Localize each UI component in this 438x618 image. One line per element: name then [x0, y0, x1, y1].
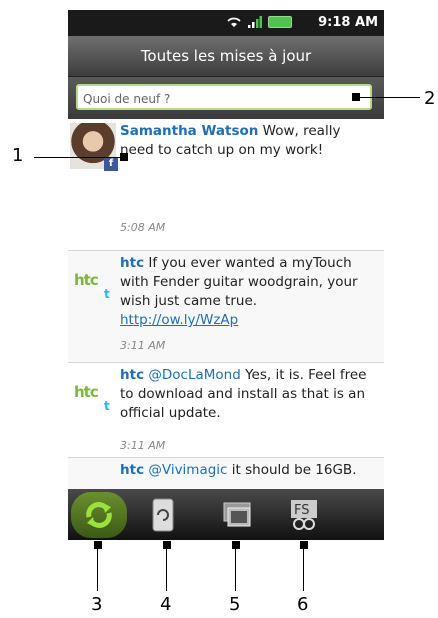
- callout-6: 6: [297, 594, 309, 615]
- callout-dot-5: [232, 541, 240, 549]
- post-author[interactable]: htc: [120, 367, 144, 383]
- friend-stream-icon: FS: [291, 500, 317, 530]
- list-item[interactable]: htc @Vivimagic it should be 16GB.: [68, 458, 384, 489]
- callout-line-2: [356, 97, 420, 98]
- post-mention[interactable]: @Vivimagic: [148, 462, 227, 478]
- twitter-badge-icon: t: [104, 287, 110, 301]
- feed-list[interactable]: f Samantha Watson Wow, really need to ca…: [68, 119, 384, 489]
- refresh-icon: [86, 502, 112, 528]
- post-text: htc If you ever wanted a myTouch with Fe…: [120, 255, 358, 328]
- wifi-icon: [227, 17, 241, 27]
- page-title: Toutes les mises à jour: [68, 36, 384, 77]
- twitter-badge-icon: t: [104, 399, 110, 413]
- callout-line-4: [166, 545, 167, 591]
- list-item[interactable]: f Samantha Watson Wow, really need to ca…: [68, 119, 384, 251]
- htc-logo: htc t: [74, 271, 110, 301]
- post-text: Samantha Watson Wow, really need to catc…: [120, 123, 341, 158]
- post-mention[interactable]: @DocLaMond: [148, 367, 240, 383]
- status-time: 9:18 AM: [318, 15, 378, 30]
- callout-line-3: [97, 545, 98, 591]
- callout-dot-3: [94, 541, 102, 549]
- callout-2: 2: [424, 88, 436, 109]
- post-author[interactable]: htc: [120, 255, 144, 271]
- friend-stream-button[interactable]: FS: [283, 492, 325, 538]
- phone-screen: 9:18 AM Toutes les mises à jour Quoi de …: [68, 10, 384, 540]
- photos-icon: [223, 502, 251, 527]
- bottom-toolbar: FS: [68, 489, 384, 540]
- refresh-button[interactable]: [71, 492, 127, 538]
- post-author[interactable]: htc: [120, 462, 144, 478]
- callout-line-6: [303, 545, 304, 591]
- post-author[interactable]: Samantha Watson: [120, 123, 258, 139]
- callout-4: 4: [160, 594, 172, 615]
- facebook-badge-icon: f: [104, 157, 118, 171]
- list-item[interactable]: htc t htc If you ever wanted a myTouch wi…: [68, 251, 384, 363]
- post-time: 3:11 AM: [120, 339, 166, 352]
- callout-dot-6: [300, 541, 308, 549]
- list-item[interactable]: htc t htc @DocLaMond Yes, it is. Feel fre…: [68, 363, 384, 458]
- callout-5: 5: [229, 594, 241, 615]
- post-time: 5:08 AM: [120, 221, 166, 234]
- compose-bar: Quoi de neuf ?: [68, 77, 384, 119]
- svg-text:FS: FS: [294, 503, 310, 518]
- status-update-input[interactable]: Quoi de neuf ?: [76, 84, 372, 110]
- callout-line-1: [34, 157, 126, 158]
- callout-line-5: [235, 545, 236, 591]
- status-bar: 9:18 AM: [68, 10, 384, 36]
- status-button[interactable]: [148, 492, 178, 538]
- htc-logo: htc t: [74, 383, 110, 413]
- rotate-icon: [152, 498, 174, 532]
- post-link[interactable]: http://ow.ly/WzAp: [120, 312, 238, 328]
- callout-dot-1: [120, 153, 128, 161]
- callout-3: 3: [91, 594, 103, 615]
- callout-dot-4: [163, 541, 171, 549]
- battery-icon: [268, 16, 292, 28]
- post-text: htc @DocLaMond Yes, it is. Feel free to …: [120, 367, 367, 421]
- avatar[interactable]: f: [70, 123, 118, 171]
- callout-1: 1: [12, 145, 24, 166]
- callout-dot-2: [352, 93, 360, 101]
- photos-button[interactable]: [216, 492, 258, 538]
- post-text: htc @Vivimagic it should be 16GB.: [120, 462, 357, 478]
- signal-icon: [248, 16, 262, 28]
- post-time: 3:11 AM: [120, 439, 166, 452]
